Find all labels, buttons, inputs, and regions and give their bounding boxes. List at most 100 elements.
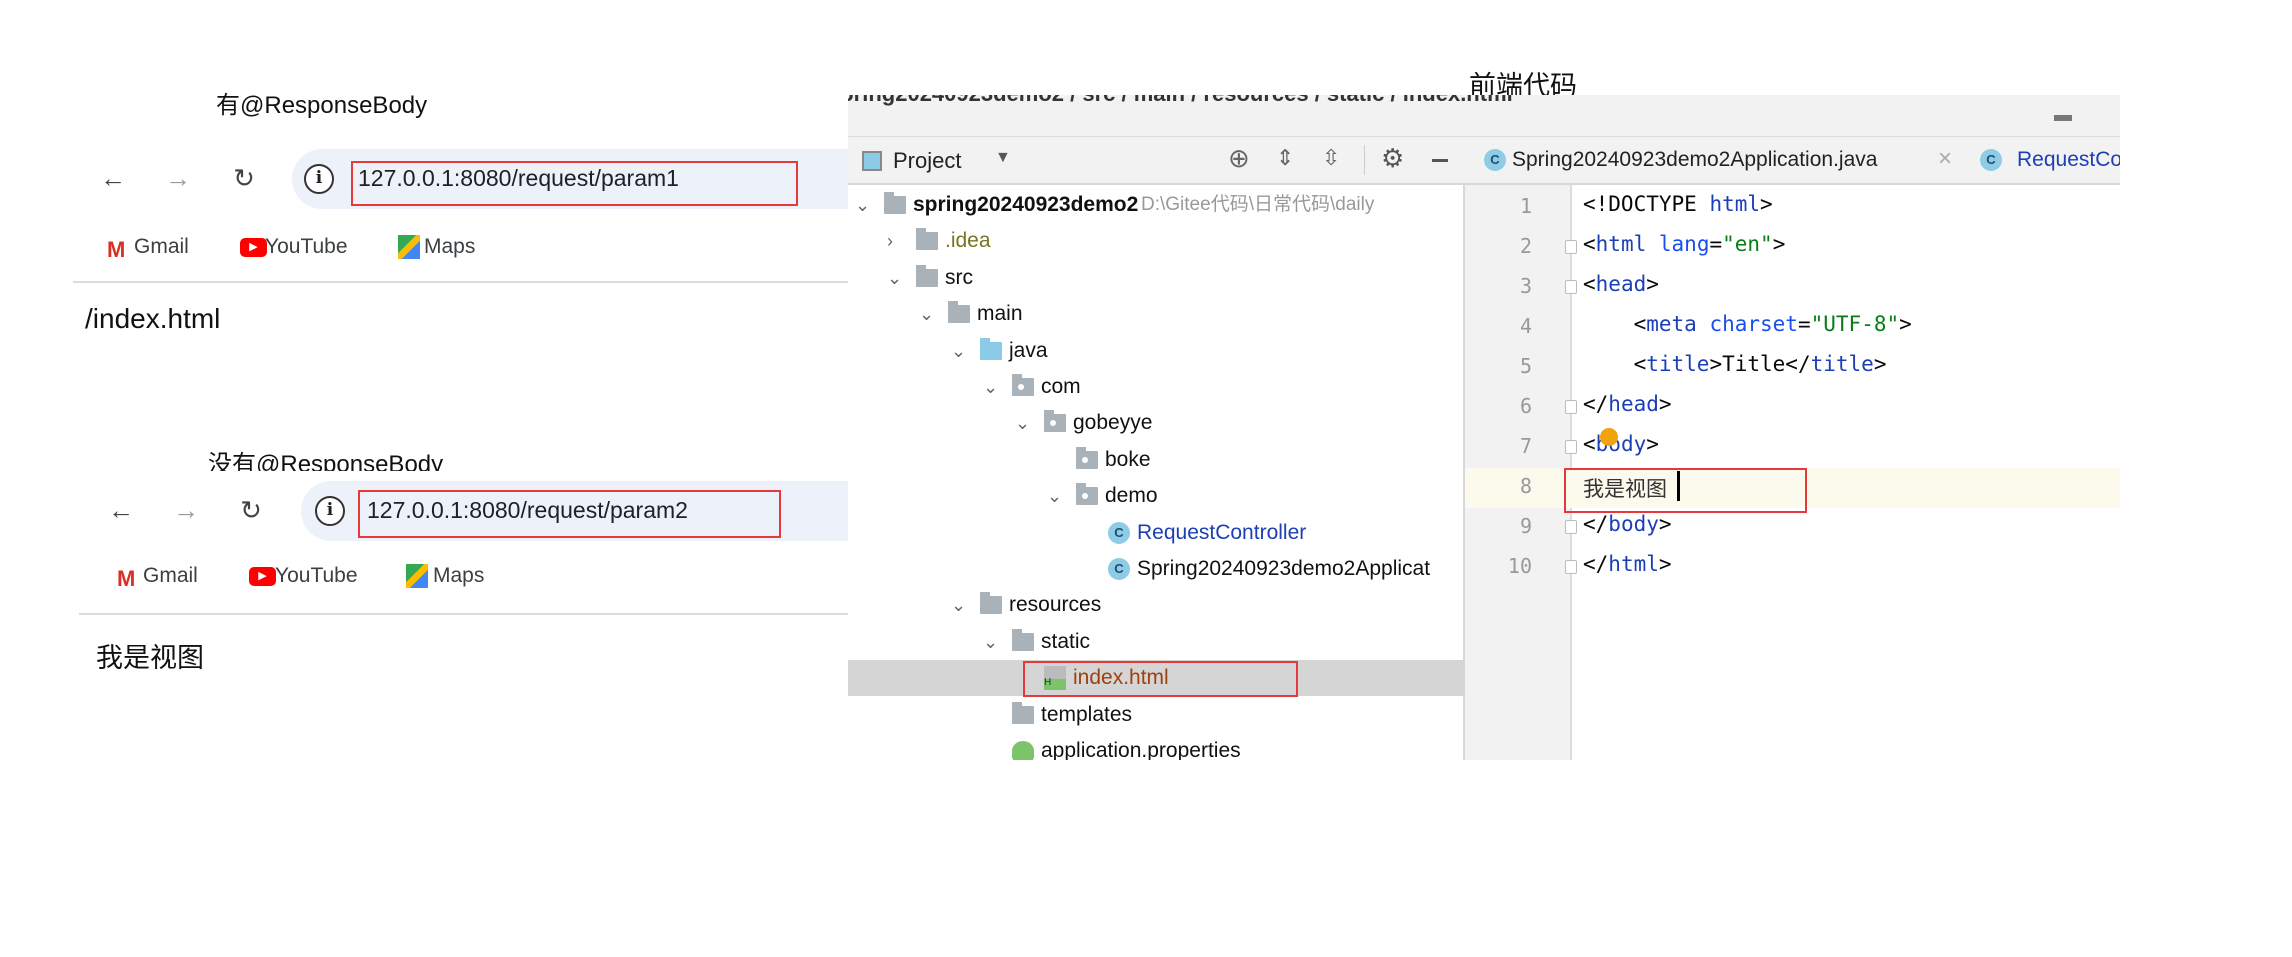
maps-icon <box>406 564 428 588</box>
bookmark-maps[interactable]: Maps <box>433 564 484 588</box>
chevron-down-icon[interactable]: ⌄ <box>1015 405 1030 441</box>
tree-item[interactable]: C RequestController <box>848 515 1465 551</box>
chevron-down-icon[interactable]: ⌄ <box>887 260 902 296</box>
expand-all-icon[interactable]: ⇕ <box>1276 145 1294 171</box>
site-info-icon[interactable]: i <box>304 164 334 194</box>
file-highlight-box <box>1023 661 1298 697</box>
browser-window-2: ← → ↻ i 127.0.0.1:8080/request/param2 M … <box>79 471 848 631</box>
chevron-down-icon[interactable]: ⌄ <box>983 624 998 660</box>
code-line-2[interactable]: <html lang="en"> <box>1583 232 1785 256</box>
site-info-icon[interactable]: i <box>315 496 345 526</box>
tree-item-label: application.properties <box>1041 739 1241 760</box>
chevron-down-icon[interactable]: ⌄ <box>1047 478 1062 514</box>
forward-button[interactable]: → <box>169 493 203 527</box>
chevron-down-icon[interactable]: ⌄ <box>855 187 870 223</box>
tab-label: Spring20240923demo2Application.java <box>1512 148 1878 171</box>
code-highlight-box <box>1564 468 1807 513</box>
toolbar-divider-2 <box>79 613 848 615</box>
line-number: 6 <box>1519 394 1532 418</box>
chevron-down-icon[interactable]: ⌄ <box>951 333 966 369</box>
forward-button[interactable]: → <box>161 161 195 195</box>
tree-item[interactable]: ⌄ static <box>848 624 1465 660</box>
tree-item[interactable]: C Spring20240923demo2Applicat <box>848 551 1465 587</box>
gear-icon[interactable]: ⚙ <box>1381 143 1404 174</box>
code-line-10[interactable]: </html> <box>1583 552 1672 576</box>
fold-marker-icon[interactable] <box>1565 280 1577 294</box>
chevron-right-icon[interactable]: › <box>887 223 893 259</box>
resources-folder-icon <box>980 592 1002 615</box>
tree-item[interactable]: boke <box>848 442 1465 478</box>
fold-marker-icon[interactable] <box>1565 240 1577 254</box>
line-number: 4 <box>1519 314 1532 338</box>
back-button[interactable]: ← <box>104 493 138 527</box>
collapse-all-icon[interactable]: ⇳ <box>1322 145 1340 171</box>
project-view-selector[interactable]: Project <box>893 148 961 174</box>
folder-icon <box>948 301 970 324</box>
code-line-3[interactable]: <head> <box>1583 272 1659 296</box>
fold-marker-icon[interactable] <box>1565 440 1577 454</box>
code-line-5[interactable]: <title>Title</title> <box>1583 352 1887 376</box>
locate-icon[interactable]: ⊕ <box>1228 143 1250 174</box>
separator <box>1364 145 1365 175</box>
bookmark-gmail[interactable]: Gmail <box>134 235 189 259</box>
project-icon <box>862 151 882 171</box>
fold-marker-icon[interactable] <box>1565 400 1577 414</box>
code-line-6[interactable]: </head> <box>1583 392 1672 416</box>
tree-item-label: static <box>1041 629 1091 653</box>
bookmark-youtube[interactable]: YouTube <box>275 564 358 588</box>
url-highlight-box <box>358 490 781 538</box>
chevron-down-icon[interactable]: ⌄ <box>983 369 998 405</box>
tree-item[interactable]: ⌄ java <box>848 333 1465 369</box>
tree-item-label: .idea <box>945 229 991 253</box>
tree-item[interactable]: ⌄ src <box>848 260 1465 296</box>
fold-marker-icon[interactable] <box>1565 560 1577 574</box>
folder-icon <box>1012 628 1034 651</box>
minimize-icon[interactable] <box>2054 115 2072 121</box>
tree-item-label: Spring20240923demo2Applicat <box>1137 557 1431 580</box>
chevron-down-icon[interactable]: ⌄ <box>951 587 966 623</box>
tree-item[interactable]: ⌄ spring20240923demo2 D:\Gitee代码\日常代码\dail… <box>848 187 1465 223</box>
youtube-icon: ▶ <box>249 567 276 586</box>
chevron-down-icon[interactable]: ⌄ <box>919 296 934 332</box>
code-line-7[interactable]: <body> <box>1583 432 1659 456</box>
tree-item[interactable]: application.properties <box>848 733 1465 760</box>
tree-item[interactable]: ⌄ resources <box>848 587 1465 623</box>
youtube-icon: ▶ <box>240 238 267 257</box>
dropdown-icon[interactable]: ▼ <box>995 149 1011 167</box>
bookmark-maps[interactable]: Maps <box>424 235 475 259</box>
reload-button[interactable]: ↻ <box>234 493 268 527</box>
line-number: 10 <box>1507 554 1532 578</box>
tree-item[interactable]: ⌄ main <box>848 296 1465 332</box>
package-icon <box>1044 410 1066 433</box>
tree-item[interactable]: templates <box>848 697 1465 733</box>
editor-tab-application[interactable]: C Spring20240923demo2Application.java × <box>1484 137 1952 183</box>
tree-item[interactable]: › .idea <box>848 223 1465 259</box>
code-line-1[interactable]: <!DOCTYPE html> <box>1583 192 1773 216</box>
bookmark-youtube[interactable]: YouTube <box>265 235 348 259</box>
gmail-icon: M <box>107 237 126 262</box>
tree-item[interactable]: ⌄ demo <box>848 478 1465 514</box>
tree-item[interactable]: ⌄ com <box>848 369 1465 405</box>
code-line-4[interactable]: <meta charset="UTF-8"> <box>1583 312 1912 336</box>
maps-icon <box>398 235 420 259</box>
tree-item-label: spring20240923demo2 <box>913 193 1139 216</box>
code-line-9[interactable]: </body> <box>1583 512 1672 536</box>
reload-button[interactable]: ↻ <box>227 161 261 195</box>
caption-with-responsebody: 有@ResponseBody <box>216 92 428 119</box>
tab-close-icon[interactable]: × <box>1938 145 1952 173</box>
source-folder-icon <box>980 337 1002 360</box>
fold-marker-icon[interactable] <box>1565 520 1577 534</box>
class-icon: C <box>1980 149 2002 171</box>
line-number: 2 <box>1519 234 1532 258</box>
hide-icon[interactable] <box>1432 159 1448 162</box>
tree-item-label: gobeyye <box>1073 411 1153 435</box>
breadcrumb-text[interactable]: spring20240923demo2 / src / main / resou… <box>848 95 1513 107</box>
intention-bulb-icon[interactable] <box>1600 428 1618 446</box>
back-button[interactable]: ← <box>96 161 130 195</box>
ide-window: spring20240923demo2 / src / main / resou… <box>848 95 2120 760</box>
tree-item[interactable]: ⌄ gobeyye <box>848 405 1465 441</box>
bookmark-gmail[interactable]: Gmail <box>143 564 198 588</box>
tree-item-label: boke <box>1105 447 1151 471</box>
editor-tab-requestcontroller[interactable]: RequestCo <box>2017 148 2120 172</box>
folder-icon <box>916 228 938 251</box>
